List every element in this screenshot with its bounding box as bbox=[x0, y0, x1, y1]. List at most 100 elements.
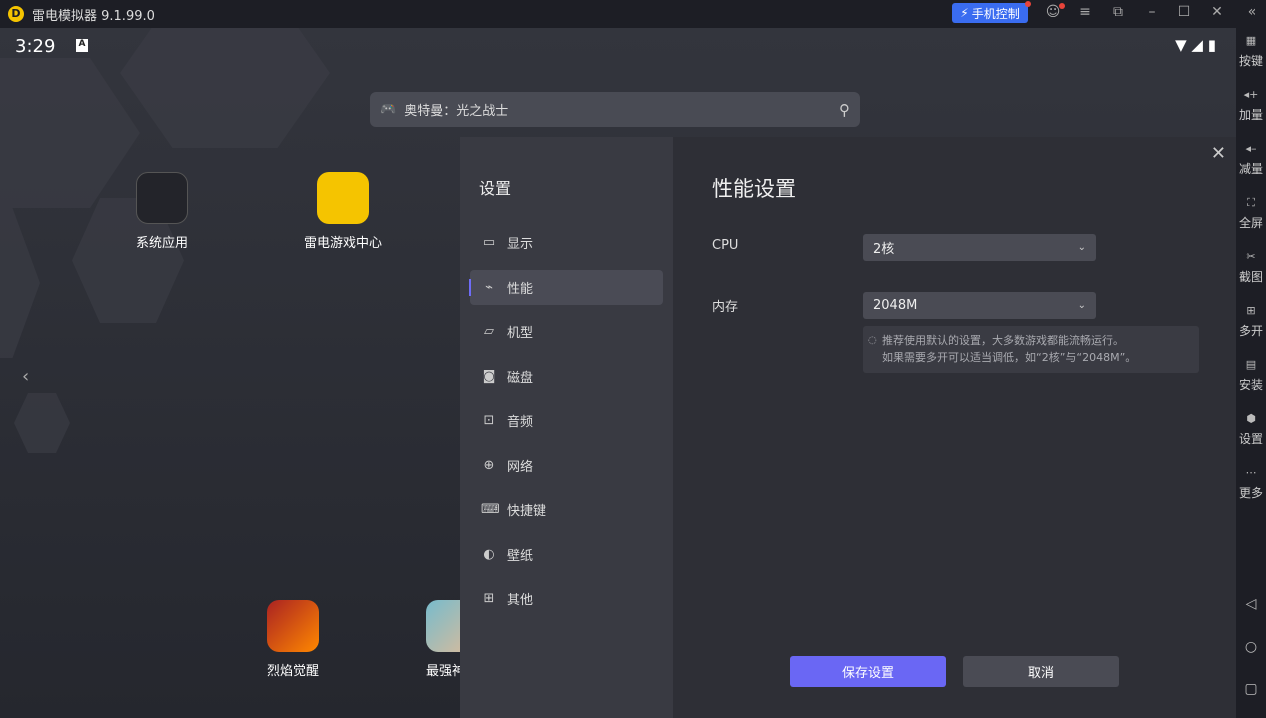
back-icon[interactable]: ◁ bbox=[1236, 596, 1266, 612]
nav-item-audio[interactable]: ⊡ 音频 bbox=[470, 403, 663, 438]
search-bar[interactable]: 🎮 奥特曼：光之战士 ⚲ bbox=[370, 92, 860, 127]
recents-icon[interactable]: ▢ bbox=[1236, 681, 1266, 697]
cpu-value: 2核 bbox=[873, 242, 895, 257]
sidebar-volume-down[interactable]: ◂– 减量 bbox=[1236, 142, 1266, 177]
settings-nav: 设置 ▭ 显示 ⌁ 性能 ▱ 机型 ◙ 磁盘 ⊡ 音频 ⊕ 网络 ⌨ 快捷键 ◐ 壁纸 ⊞ 其他 bbox=[460, 137, 673, 718]
apk-icon: ▤ bbox=[1245, 358, 1257, 371]
sidebar-keymap[interactable]: ▦ 按键 bbox=[1236, 34, 1266, 69]
battery-icon: ▮ bbox=[1207, 36, 1216, 54]
home-icon[interactable]: ○ bbox=[1236, 639, 1266, 655]
status-icons: ▼ ◢ ▮ bbox=[1175, 36, 1216, 54]
system-apps-icon bbox=[136, 172, 188, 224]
app-label: 烈焰觉醒 bbox=[266, 664, 319, 679]
app-game-2[interactable]: 最强神 bbox=[408, 600, 460, 679]
sidebar-screenshot[interactable]: ✂ 截图 bbox=[1236, 250, 1266, 285]
close-icon[interactable]: ✕ bbox=[1211, 143, 1226, 164]
close-window-icon[interactable]: ✕ bbox=[1207, 4, 1227, 20]
sidebar-multi[interactable]: ⊞ 多开 bbox=[1236, 304, 1266, 339]
bg-hex bbox=[14, 393, 70, 453]
volume-up-icon: ◂+ bbox=[1243, 88, 1259, 101]
phone-control-button[interactable]: ⚡ 手机控制 bbox=[952, 3, 1028, 23]
nav-label: 性能 bbox=[507, 281, 534, 297]
app-system[interactable]: 系统应用 bbox=[117, 172, 207, 251]
app-label: 最强神 bbox=[426, 664, 460, 679]
search-input[interactable]: 奥特曼：光之战士 bbox=[404, 100, 508, 119]
search-icon[interactable]: ⚲ bbox=[839, 101, 850, 119]
palette-icon: ◐ bbox=[483, 546, 495, 562]
keyboard-icon: ▦ bbox=[1245, 34, 1257, 47]
sidebar-label: 截图 bbox=[1238, 270, 1263, 284]
sidebar-label: 加量 bbox=[1238, 108, 1263, 122]
scissors-icon: ✂ bbox=[1246, 250, 1256, 263]
notification-icon: A bbox=[76, 39, 88, 52]
volume-down-icon: ◂– bbox=[1245, 142, 1257, 155]
sidebar-install[interactable]: ▤ 安装 bbox=[1236, 358, 1266, 393]
hint-box: ◌ 推荐使用默认的设置，大多数游戏都能流畅运行。 如果需要多开可以适当调低，如“2核… bbox=[863, 326, 1199, 373]
settings-content: ✕ 性能设置 CPU 2核 ⌄ 内存 2048M ⌄ ◌ 推荐使用默认的设置，大多数游… bbox=[673, 137, 1236, 718]
cpu-select[interactable]: 2核 ⌄ bbox=[863, 234, 1096, 261]
nav-label: 壁纸 bbox=[507, 548, 534, 564]
wifi-icon: ▼ bbox=[1175, 36, 1187, 54]
sidebar-volume-up[interactable]: ◂+ 加量 bbox=[1236, 88, 1266, 123]
gamepad-icon: ⊡ bbox=[483, 413, 495, 428]
sidebar-settings[interactable]: ⬢ 设置 bbox=[1236, 412, 1266, 447]
app-game-1[interactable]: 烈焰觉醒 bbox=[248, 600, 338, 679]
nav-item-other[interactable]: ⊞ 其他 bbox=[470, 581, 663, 616]
bg-hex bbox=[0, 208, 40, 358]
globe-icon: ⊕ bbox=[483, 457, 495, 473]
cancel-button[interactable]: 取消 bbox=[963, 656, 1119, 687]
lightning-icon: ⚡ bbox=[960, 6, 969, 20]
nav-label: 音频 bbox=[507, 415, 534, 430]
chevron-left-icon[interactable]: ‹ bbox=[22, 366, 29, 387]
page-title: 性能设置 bbox=[712, 177, 796, 201]
nav-item-network[interactable]: ⊕ 网络 bbox=[470, 448, 663, 483]
android-screen: 3:29 A ▼ ◢ ▮ 🎮 奥特曼：光之战士 ⚲ 系统应用 雷电游戏中心 烈焰觉醒… bbox=[0, 28, 1236, 718]
sidebar-fullscreen[interactable]: ⛶ 全屏 bbox=[1236, 196, 1266, 231]
memory-label: 内存 bbox=[712, 300, 739, 315]
nav-item-model[interactable]: ▱ 机型 bbox=[470, 314, 663, 349]
game-icon bbox=[426, 600, 460, 652]
nav-item-shortcuts[interactable]: ⌨ 快捷键 bbox=[470, 492, 663, 527]
collapse-sidebar-icon[interactable]: « bbox=[1242, 4, 1262, 20]
nav-item-wallpaper[interactable]: ◐ 壁纸 bbox=[470, 537, 663, 572]
folder-icon: ▱ bbox=[484, 324, 494, 339]
grid-icon: ⊞ bbox=[483, 591, 495, 606]
game-center-icon bbox=[317, 172, 369, 224]
nav-item-display[interactable]: ▭ 显示 bbox=[470, 225, 663, 260]
keyboard-icon: ⌨ bbox=[481, 502, 500, 517]
app-label: 雷电游戏中心 bbox=[303, 236, 382, 251]
more-icon: ⋯ bbox=[1245, 466, 1257, 479]
app-game-center[interactable]: 雷电游戏中心 bbox=[298, 172, 388, 251]
settings-title: 设置 bbox=[479, 179, 512, 198]
memory-select[interactable]: 2048M ⌄ bbox=[863, 292, 1096, 319]
app-logo-icon: D bbox=[8, 6, 24, 22]
maximize-icon[interactable]: ☐ bbox=[1174, 4, 1194, 20]
hint-line: 推荐使用默认的设置，大多数游戏都能流畅运行。 bbox=[882, 334, 1124, 347]
memory-value: 2048M bbox=[873, 298, 918, 313]
signal-icon: ◢ bbox=[1191, 36, 1203, 54]
sidebar-label: 安装 bbox=[1238, 378, 1263, 392]
nav-item-disk[interactable]: ◙ 磁盘 bbox=[470, 359, 663, 394]
sidebar-more[interactable]: ⋯ 更多 bbox=[1236, 466, 1266, 501]
minimize-icon[interactable]: – bbox=[1142, 4, 1162, 20]
nav-label: 磁盘 bbox=[507, 370, 534, 386]
bg-hex bbox=[120, 28, 330, 148]
clock: 3:29 bbox=[15, 36, 56, 57]
chevron-down-icon: ⌄ bbox=[1077, 300, 1086, 311]
multi-instance-icon: ⊞ bbox=[1246, 304, 1256, 317]
sidebar-label: 更多 bbox=[1238, 486, 1263, 500]
menu-icon[interactable]: ≡ bbox=[1075, 4, 1095, 20]
nav-item-performance[interactable]: ⌁ 性能 bbox=[469, 269, 663, 305]
pulse-icon: ⌁ bbox=[485, 279, 493, 295]
title-bar: D 雷电模拟器 9.1.99.0 ⚡ 手机控制 ☺ ≡ ⧉ – ☐ ✕ « bbox=[0, 0, 1266, 28]
sidebar-label: 全屏 bbox=[1238, 216, 1263, 230]
nav-label: 其他 bbox=[507, 593, 534, 608]
sidebar-label: 多开 bbox=[1238, 324, 1263, 338]
gamepad-icon: 🎮 bbox=[380, 102, 397, 117]
save-button[interactable]: 保存设置 bbox=[790, 656, 946, 687]
restore-icon[interactable]: ⧉ bbox=[1108, 4, 1128, 20]
sidebar-label: 设置 bbox=[1238, 432, 1263, 446]
cpu-label: CPU bbox=[712, 238, 739, 253]
nav-label: 机型 bbox=[507, 326, 534, 341]
sidebar-label: 减量 bbox=[1238, 162, 1263, 176]
